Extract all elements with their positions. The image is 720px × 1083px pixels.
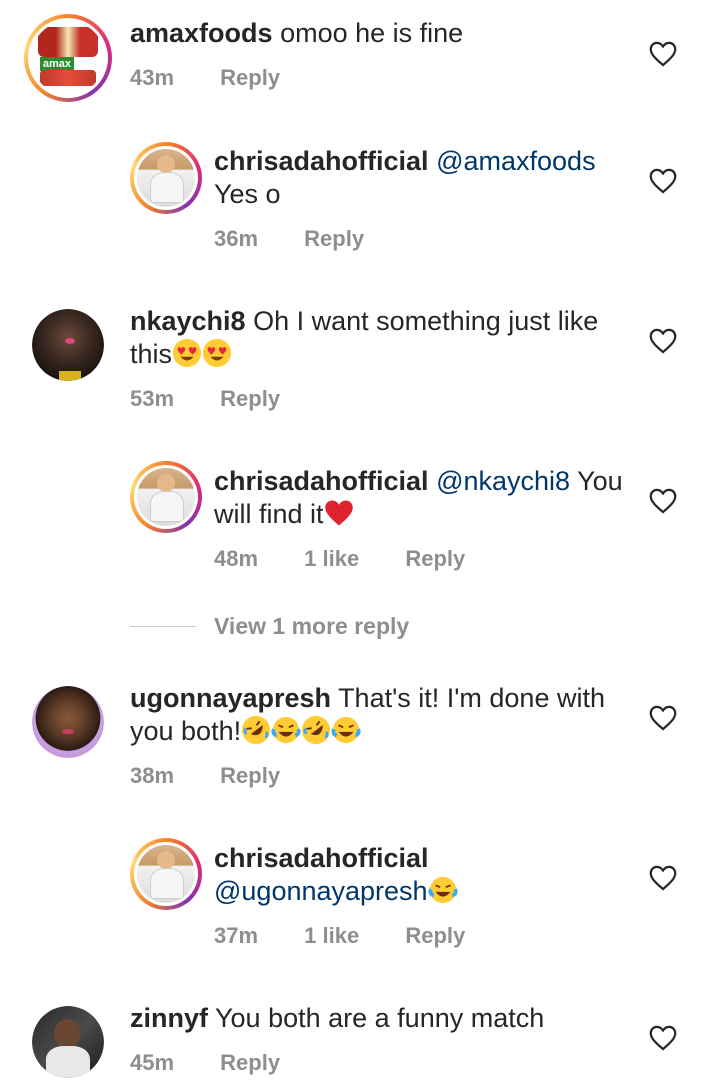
reply-button[interactable]: Reply — [220, 386, 280, 411]
timestamp: 37m — [214, 923, 259, 948]
comment-username[interactable]: chrisadahofficial — [214, 843, 429, 873]
likes-count[interactable]: 1 like — [304, 546, 359, 571]
like-heart-icon[interactable] — [649, 168, 677, 194]
heart-eyes-emoji-icon — [202, 338, 232, 368]
timestamp: 36m — [214, 226, 259, 251]
comment-text: chrisadahofficial @amaxfoods Yes o — [214, 145, 634, 211]
like-heart-icon[interactable] — [649, 488, 677, 514]
comment-text: chrisadahofficial @ugonnayapresh — [214, 842, 634, 908]
comment-username[interactable]: zinnyf — [130, 1003, 208, 1033]
like-heart-icon[interactable] — [649, 41, 677, 67]
comment-username[interactable]: nkaychi8 — [130, 306, 246, 336]
avatar[interactable] — [32, 309, 104, 381]
mention-link[interactable]: @nkaychi8 — [436, 466, 570, 496]
reply-button[interactable]: Reply — [304, 226, 364, 251]
timestamp: 53m — [130, 386, 175, 411]
tears-of-joy-emoji-icon — [331, 715, 361, 745]
comment-meta: 36m Reply — [214, 226, 404, 252]
comment-body: Yes o — [214, 179, 281, 209]
avatar[interactable] — [130, 142, 202, 214]
comment-body: will find it — [214, 499, 324, 529]
red-heart-emoji-icon — [324, 498, 354, 528]
timestamp: 38m — [130, 763, 175, 788]
comment-meta: 53m Reply — [130, 386, 320, 412]
comment-body: omoo he is fine — [280, 18, 464, 48]
like-heart-icon[interactable] — [649, 705, 677, 731]
comment-text: nkaychi8 Oh I want something just like t… — [130, 305, 630, 371]
likes-count[interactable]: 1 like — [304, 923, 359, 948]
mention-link[interactable]: @ugonnayapresh — [214, 876, 428, 906]
tears-of-joy-emoji-icon — [428, 875, 458, 905]
timestamp: 48m — [214, 546, 259, 571]
avatar[interactable] — [32, 686, 104, 758]
avatar[interactable] — [130, 838, 202, 910]
reply-button[interactable]: Reply — [405, 546, 465, 571]
mention-link[interactable]: @amaxfoods — [436, 146, 595, 176]
heart-eyes-emoji-icon — [172, 338, 202, 368]
avatar[interactable] — [32, 1006, 104, 1078]
divider-line — [130, 626, 196, 627]
comment-meta: 45m Reply — [130, 1050, 320, 1076]
logo-text: amax — [39, 56, 75, 71]
reply-button[interactable]: Reply — [220, 65, 280, 90]
reply-button[interactable]: Reply — [405, 923, 465, 948]
comment-username[interactable]: ugonnayapresh — [130, 683, 331, 713]
tears-of-joy-emoji-icon — [271, 715, 301, 745]
like-heart-icon[interactable] — [649, 865, 677, 891]
like-heart-icon[interactable] — [649, 1025, 677, 1051]
comment-username[interactable]: chrisadahofficial — [214, 146, 429, 176]
reply-button[interactable]: Reply — [220, 763, 280, 788]
view-more-label[interactable]: View 1 more reply — [214, 613, 409, 640]
comment-username[interactable]: chrisadahofficial — [214, 466, 429, 496]
comment-body: You — [577, 466, 623, 496]
avatar[interactable]: amax — [24, 14, 112, 102]
comment-text: ugonnayapresh That's it! I'm done with y… — [130, 682, 630, 748]
comment-text: zinnyf You both are a funny match — [130, 1002, 650, 1035]
reply-button[interactable]: Reply — [220, 1050, 280, 1075]
comment-body: You both are a funny match — [215, 1003, 545, 1033]
timestamp: 45m — [130, 1050, 175, 1075]
comment-meta: 37m 1 like Reply — [214, 923, 505, 949]
rolling-laughing-emoji-icon — [241, 715, 271, 745]
comment-text: amaxfoods omoo he is fine — [130, 17, 463, 50]
comment-username[interactable]: amaxfoods — [130, 18, 273, 48]
comment-meta: 48m 1 like Reply — [214, 546, 505, 572]
comment-meta: 38m Reply — [130, 763, 320, 789]
rolling-laughing-emoji-icon — [301, 715, 331, 745]
view-more-replies[interactable]: View 1 more reply — [130, 613, 409, 640]
comment-meta: 43m Reply — [130, 65, 320, 91]
like-heart-icon[interactable] — [649, 328, 677, 354]
avatar[interactable] — [130, 461, 202, 533]
timestamp: 43m — [130, 65, 175, 90]
comment-text: chrisadahofficial @nkaychi8 You will fin… — [214, 465, 634, 531]
comment-body: you both! — [130, 716, 242, 746]
comment-body: That's it! I'm done with — [338, 683, 605, 713]
